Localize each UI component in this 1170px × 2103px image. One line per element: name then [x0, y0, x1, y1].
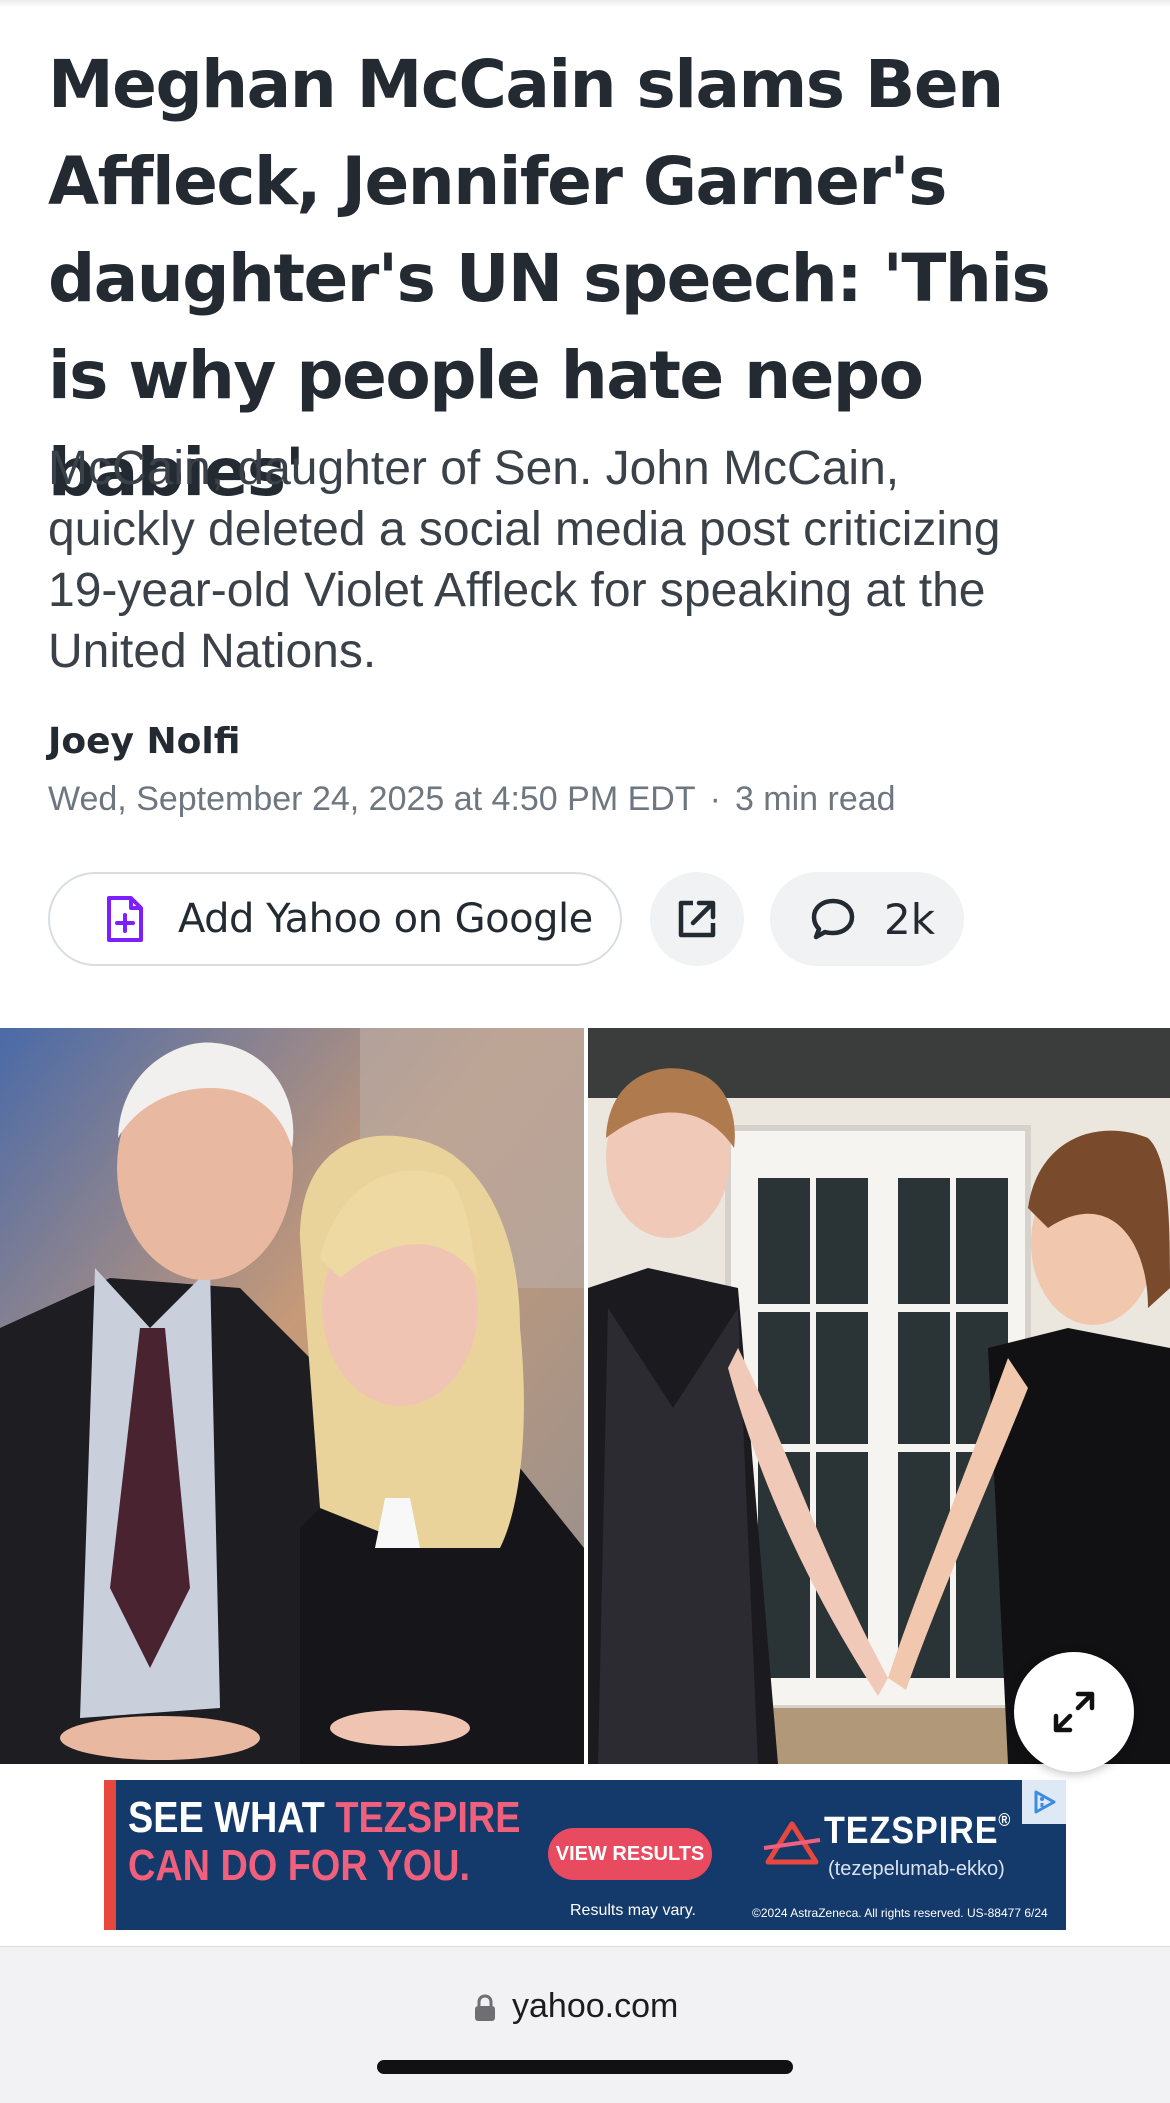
article-photo-left[interactable] [0, 1028, 584, 1764]
meta-separator: · [709, 780, 721, 818]
ad-logo-name: TEZSPIRE [824, 1810, 999, 1852]
share-button[interactable] [650, 872, 744, 966]
home-indicator[interactable] [377, 2060, 793, 2074]
ad-tagline-line1: SEE WHAT TEZSPIRE [128, 1794, 520, 1842]
top-shadow [0, 0, 1170, 8]
ad-choices-icon [1034, 1790, 1056, 1814]
ad-banner[interactable]: SEE WHAT TEZSPIRE CAN DO FOR YOU. VIEW R… [104, 1780, 1066, 1930]
add-yahoo-on-google-button[interactable]: Add Yahoo on Google [48, 872, 622, 966]
browser-domain: yahoo.com [512, 1987, 679, 2025]
expand-arrows-icon [1053, 1691, 1095, 1733]
ad-view-results-button[interactable]: VIEW RESULTS [548, 1828, 712, 1880]
author-name[interactable]: Joey Nolfi [48, 721, 240, 762]
ad-logo-subtitle: (tezepelumab-ekko) [828, 1858, 1005, 1880]
comments-button[interactable]: 2k [770, 872, 964, 966]
tezspire-logo-icon [763, 1821, 821, 1865]
share-external-icon [678, 900, 716, 938]
ad-tagline-prefix: SEE WHAT [128, 1793, 336, 1842]
read-time: 3 min read [734, 780, 896, 818]
photo-left-illustration [0, 1028, 584, 1764]
add-yahoo-on-google-label: Add Yahoo on Google [178, 896, 593, 942]
lock-icon [475, 1994, 495, 2021]
article-summary: McCain, daughter of Sen. John McCain, qu… [48, 442, 1001, 678]
ad-logo-text: TEZSPIRE® [824, 1810, 1011, 1853]
add-document-icon [107, 896, 143, 942]
ad-accent-edge [104, 1780, 116, 1930]
comment-bubble-icon [811, 898, 855, 940]
publish-date: Wed, September 24, 2025 at 4:50 PM EDT [48, 780, 696, 818]
comment-count: 2k [884, 894, 936, 944]
ad-legal-text: ©2024 AstraZeneca. All rights reserved. … [752, 1906, 1048, 1920]
ad-tagline-brand: TEZSPIRE [335, 1793, 521, 1842]
ad-logo-trademark: ® [998, 1810, 1012, 1830]
browser-address-bar[interactable]: yahoo.com [0, 1946, 1170, 2103]
article-meta: Wed, September 24, 2025 at 4:50 PM EDT · 3… [48, 780, 896, 819]
ad-tagline-line2: CAN DO FOR YOU. [128, 1841, 470, 1890]
ad-disclaimer: Results may vary. [570, 1902, 696, 1919]
expand-image-button[interactable] [1014, 1652, 1134, 1772]
ad-choices-button[interactable] [1022, 1780, 1066, 1824]
